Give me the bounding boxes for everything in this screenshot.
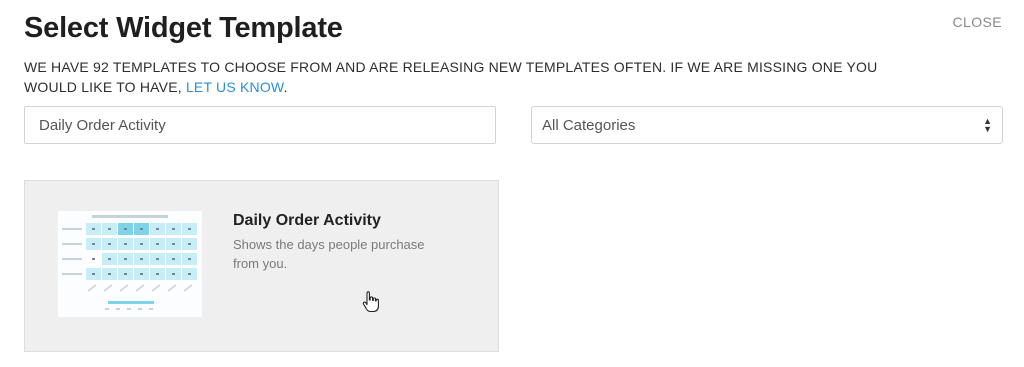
thumbnail-row-label [62,228,82,230]
category-select[interactable]: All Categories ▲ ▼ [531,106,1003,144]
select-arrows-icon: ▲ ▼ [983,116,992,134]
thumbnail-cell-value [188,228,191,230]
thumbnail-cell-value [188,243,191,245]
thumbnail-legend-tick [138,308,142,310]
thumbnail-cell-value [140,228,143,230]
thumbnail-cell-value [140,273,143,275]
thumbnail-cell-value [108,243,111,245]
close-button[interactable]: CLOSE [953,14,1002,30]
template-thumbnail [58,211,202,317]
template-card[interactable]: Daily Order Activity Shows the days peop… [24,180,499,352]
let-us-know-link[interactable]: LET US KNOW [186,79,284,95]
thumbnail-cell-value [188,273,191,275]
thumbnail-cell-value [156,243,159,245]
thumbnail-cell-value [140,243,143,245]
template-card-title: Daily Order Activity [233,212,381,229]
thumbnail-cell-value [124,228,127,230]
thumbnail-axis-label [103,284,113,292]
thumbnail-cell-value [92,243,95,245]
hand-cursor-icon [362,291,379,313]
thumbnail-legend-tick [149,308,153,310]
thumbnail-cell-value [108,228,111,230]
description-text: WE HAVE 92 TEMPLATES TO CHOOSE FROM AND … [24,59,878,95]
dialog-title: Select Widget Template [24,12,343,44]
thumbnail-cell-value [172,228,175,230]
thumbnail-title-bar [92,215,168,218]
thumbnail-axis-label [167,284,177,292]
thumbnail-cell-value [156,258,159,260]
thumbnail-axis-label [183,284,193,292]
thumbnail-legend-tick [116,308,120,310]
thumbnail-cell-value [140,258,143,260]
thumbnail-cell-value [156,228,159,230]
thumbnail-legend-tick [127,308,131,310]
thumbnail-legend-bar [108,301,154,304]
heatmap-preview-image [62,215,197,310]
thumbnail-cell-value [124,273,127,275]
thumbnail-cell-value [188,258,191,260]
thumbnail-cell-value [92,273,95,275]
template-card-description: Shows the days people purchase from you. [233,237,425,271]
thumbnail-row-label [62,243,82,245]
thumbnail-cell-value [172,258,175,260]
thumbnail-axis-label [87,284,97,292]
thumbnail-axis-label [119,284,129,292]
thumbnail-axis-label [135,284,145,292]
thumbnail-cell-value [108,273,111,275]
thumbnail-cell-value [172,243,175,245]
thumbnail-row-label [62,273,82,275]
thumbnail-cell-value [124,243,127,245]
thumbnail-legend-tick [105,308,109,310]
template-search-input[interactable] [24,106,496,144]
thumbnail-row-label [62,258,82,260]
thumbnail-cell-value [172,273,175,275]
thumbnail-cell-value [108,258,111,260]
dialog-description: WE HAVE 92 TEMPLATES TO CHOOSE FROM AND … [24,57,904,97]
thumbnail-cell-value [92,258,95,260]
category-select-value: All Categories [542,116,636,134]
thumbnail-cell-value [92,228,95,230]
thumbnail-cell-value [124,258,127,260]
description-suffix: . [283,79,288,95]
thumbnail-axis-label [151,284,161,292]
thumbnail-cell-value [156,273,159,275]
